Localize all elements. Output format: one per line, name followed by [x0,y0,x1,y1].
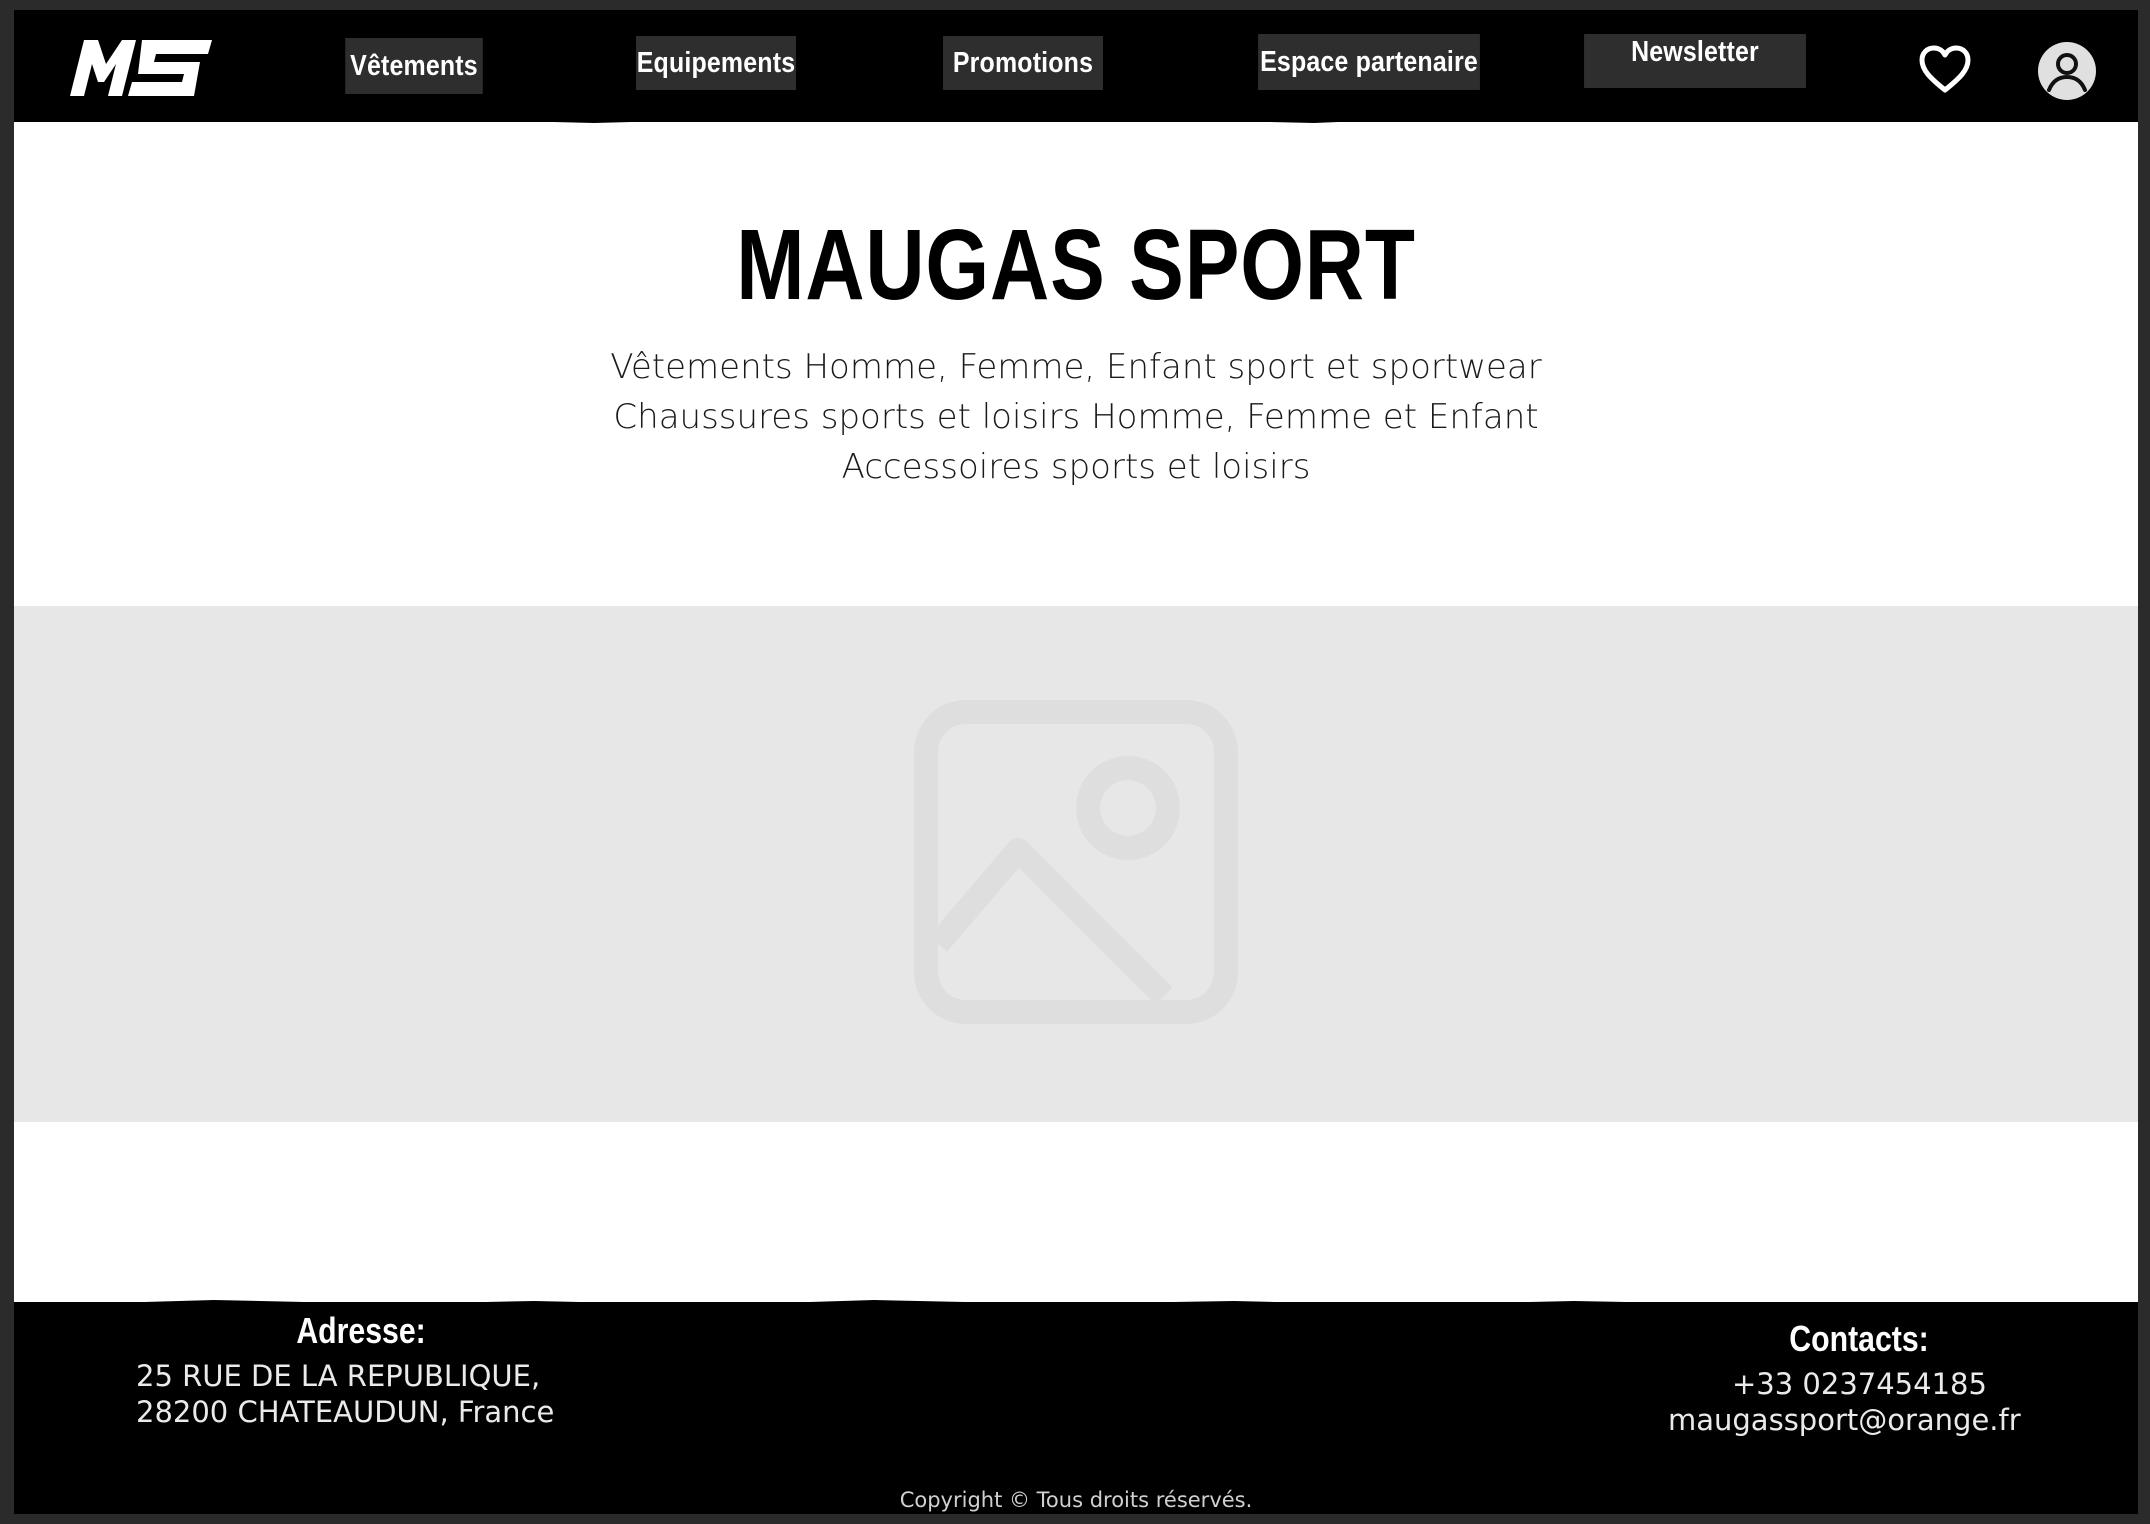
contacts-heading: Contacts: [1789,1318,1929,1359]
page-title: MAUGAS SPORT [736,209,1416,321]
image-placeholder-icon [914,700,1238,1024]
footer: Adresse: 25 RUE DE LA REPUBLIQUE, 28200 … [14,1302,2138,1514]
nav-equipements-label: Equipements [636,46,796,79]
copyright-notice: Copyright © Tous droits réservés. [899,1488,1253,1512]
ms-logo[interactable]: MS [70,38,212,98]
page-frame: MS Vêtements Equipements Promotions Espa… [14,10,2138,1514]
heart-icon[interactable] [1918,44,1972,96]
nav-espace-partenaire-button[interactable]: Espace partenaire [1258,34,1480,90]
hero-image-placeholder [14,606,2138,1122]
hero-line-clothing: Vêtements Homme, Femme, Enfant sport et … [610,347,1542,387]
contact-email-link[interactable]: maugassport@orange.fr [1668,1402,2021,1438]
address-line-2: 28200 CHATEAUDUN, France [136,1395,555,1429]
nav-equipements-button[interactable]: Equipements [636,36,796,90]
hero-line-shoes: Chaussures sports et loisirs Homme, Femm… [613,397,1539,437]
address-heading: Adresse: [296,1310,426,1351]
nav-vetements-label: Vêtements [350,49,478,82]
nav-espace-partenaire-label: Espace partenaire [1260,45,1478,78]
nav-newsletter-button[interactable]: Newsletter [1584,34,1806,88]
nav-promotions-button[interactable]: Promotions [943,36,1103,90]
header-brush-edge [14,114,2138,123]
address-line-1: 25 RUE DE LA REPUBLIQUE, [136,1359,541,1393]
nav-vetements-button[interactable]: Vêtements [345,38,483,94]
user-account-icon[interactable] [2036,40,2098,102]
nav-newsletter-label: Newsletter [1631,36,1759,68]
contact-phone[interactable]: +33 0237454185 [1732,1366,1987,1402]
top-navbar: MS Vêtements Equipements Promotions Espa… [14,10,2138,122]
nav-promotions-label: Promotions [952,46,1094,79]
hero-line-accessories: Accessoires sports et loisirs [841,447,1311,487]
